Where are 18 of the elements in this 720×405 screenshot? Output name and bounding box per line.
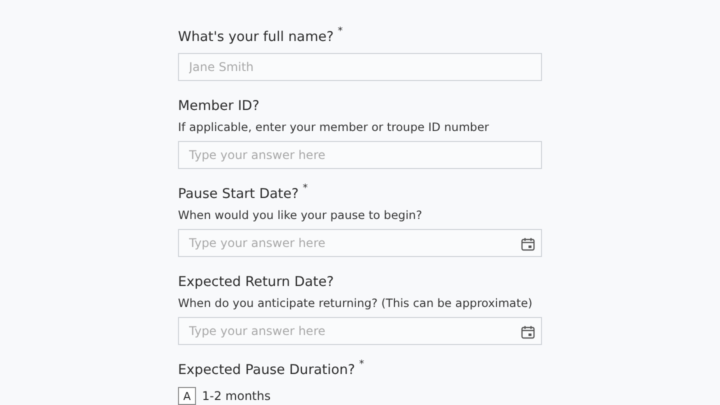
question-label: Expected Pause Duration? [178,361,356,380]
input-field[interactable]: Type your answer here [178,141,542,169]
calendar-icon[interactable] [521,237,535,251]
question-label: What's your full name? [178,28,334,47]
question-description: When do you anticipate returning? (This can be approximate) [178,295,534,311]
required-mark: * [359,360,364,370]
question-label: Member ID? [178,97,260,116]
question-description: If applicable, enter your member or troupe ID number [178,119,490,135]
required-mark: * [302,184,308,194]
calendar-icon[interactable] [521,325,535,339]
option-key[interactable]: A [178,387,196,405]
option-label[interactable]: 1-2 months [202,389,271,403]
date-field[interactable]: Type your answer here [178,229,542,257]
question-label: Pause Start Date? [178,185,299,204]
required-mark: * [338,27,343,37]
date-field[interactable]: Type your answer here [178,317,542,345]
question-label: Expected Return Date? [178,273,334,292]
question-description: When would you like your pause to begin? [178,207,424,223]
